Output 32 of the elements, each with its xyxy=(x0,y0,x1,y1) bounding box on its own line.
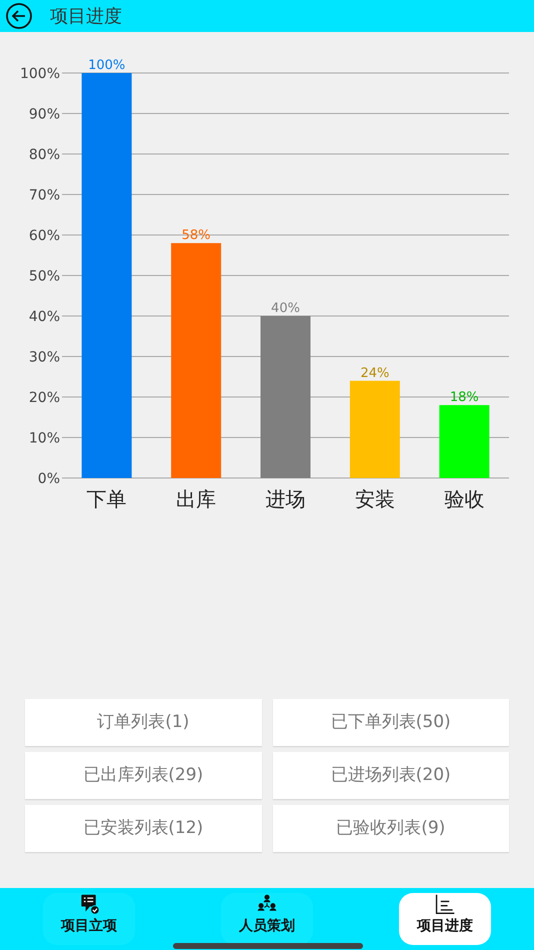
axis-tick-label: 100% xyxy=(20,66,60,82)
value-label: 24% xyxy=(360,366,390,381)
list-button[interactable]: 已进场列表(20) xyxy=(272,752,509,799)
list-button[interactable]: 已安装列表(12) xyxy=(25,805,262,852)
axis-tick-label: 30% xyxy=(28,350,60,366)
category-label: 进场 xyxy=(266,487,306,511)
category-label: 出库 xyxy=(176,487,216,511)
list-button[interactable]: 订单列表(1) xyxy=(25,699,262,746)
axis-tick-label: 60% xyxy=(28,228,60,244)
category-label: 下单 xyxy=(86,487,127,511)
axis-tick-label: 10% xyxy=(28,430,60,446)
value-label: 40% xyxy=(271,301,300,316)
page-title: 项目进度 xyxy=(50,4,122,28)
list-button[interactable]: 已验收列表(9) xyxy=(272,805,509,852)
axis-tick-label: 80% xyxy=(28,147,60,163)
axis-tick-label: 20% xyxy=(28,390,60,406)
list-button[interactable]: 已下单列表(50) xyxy=(272,699,509,746)
axis-tick-label: 90% xyxy=(28,106,60,122)
axis-tick-label: 40% xyxy=(28,309,60,325)
list-button[interactable]: 已出库列表(29) xyxy=(25,752,262,799)
category-label: 安装 xyxy=(354,487,395,511)
axis-tick-label: 0% xyxy=(38,471,60,487)
value-label: 58% xyxy=(182,228,211,244)
tab[interactable]: 项目进度 xyxy=(399,893,491,945)
tab[interactable]: 人员策划 xyxy=(221,893,313,945)
back-icon[interactable] xyxy=(5,2,33,30)
value-label: 18% xyxy=(450,390,479,406)
value-label: 100% xyxy=(88,58,126,73)
category-label: 验收 xyxy=(444,487,484,511)
axis-tick-label: 70% xyxy=(28,188,60,204)
axis-tick-label: 50% xyxy=(28,268,60,284)
tab[interactable]: 项目立项 xyxy=(43,893,135,945)
